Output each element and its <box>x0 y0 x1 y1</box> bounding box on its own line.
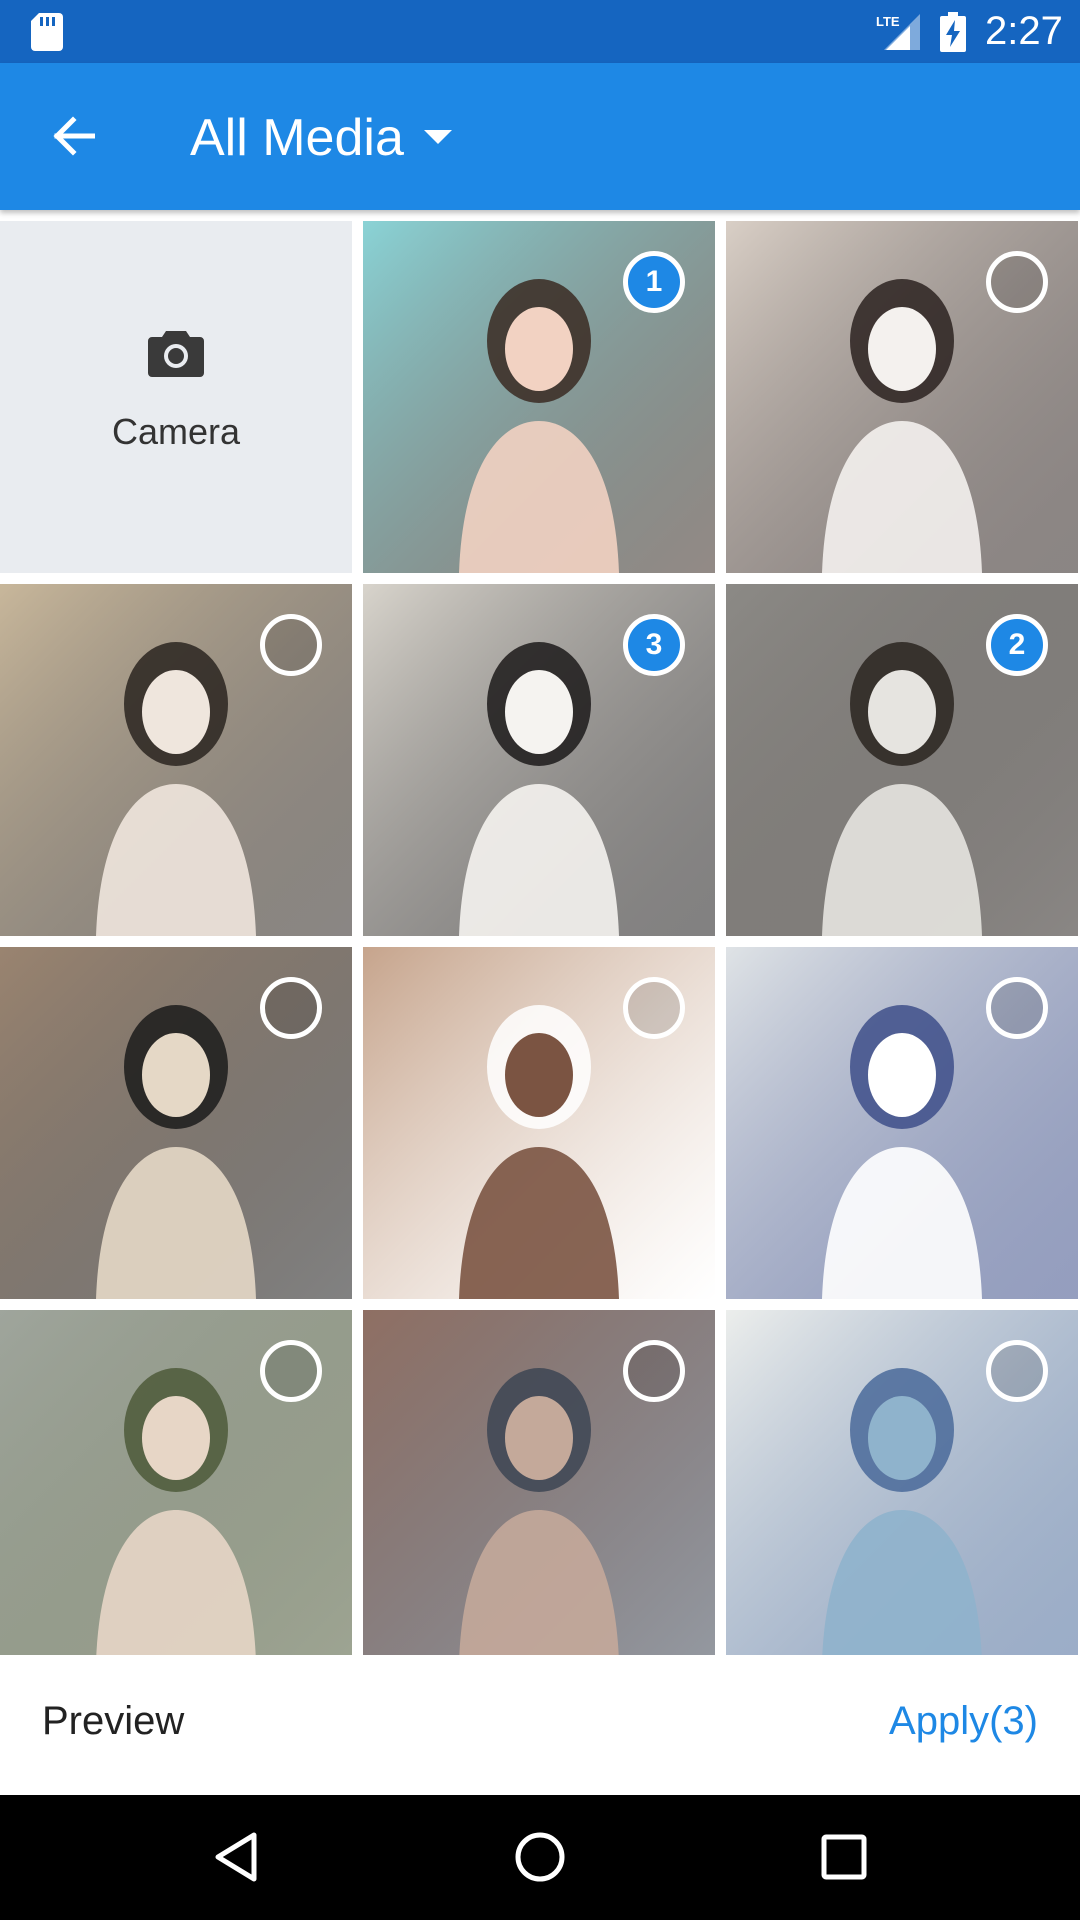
selection-order-badge[interactable]: 1 <box>623 251 685 313</box>
photo-9[interactable] <box>0 1310 352 1662</box>
status-bar: LTE 2:27 <box>0 0 1080 63</box>
toolbar-title: All Media <box>190 109 404 167</box>
photo-3[interactable] <box>0 584 352 936</box>
bottom-action-bar: Preview Apply(3) <box>0 1655 1080 1795</box>
photo-11[interactable] <box>726 1310 1078 1662</box>
photo-1[interactable]: 1 <box>363 221 715 573</box>
selection-checkbox[interactable] <box>260 1340 322 1402</box>
selection-checkbox[interactable] <box>986 977 1048 1039</box>
photo-8[interactable] <box>726 947 1078 1299</box>
selection-checkbox[interactable] <box>623 977 685 1039</box>
recents-square-icon[interactable] <box>814 1827 874 1887</box>
camera-icon <box>148 331 204 377</box>
selection-checkbox[interactable] <box>260 977 322 1039</box>
back-button[interactable] <box>38 101 108 171</box>
photo-2[interactable] <box>726 221 1078 573</box>
status-time: 2:27 <box>985 9 1063 53</box>
camera-tile[interactable]: Camera <box>0 221 352 573</box>
system-nav-bar <box>0 1795 1080 1920</box>
preview-button[interactable]: Preview <box>42 1699 184 1744</box>
selection-checkbox[interactable] <box>986 1340 1048 1402</box>
apply-button[interactable]: Apply(3) <box>889 1699 1038 1744</box>
battery-charging-icon <box>940 12 966 52</box>
caret-down-icon <box>423 130 452 144</box>
selection-checkbox[interactable] <box>623 1340 685 1402</box>
app-toolbar: All Media <box>0 63 1080 210</box>
signal-icon: LTE <box>876 14 920 50</box>
back-triangle-icon[interactable] <box>206 1827 266 1887</box>
selection-order-badge[interactable]: 3 <box>623 614 685 676</box>
selection-checkbox[interactable] <box>260 614 322 676</box>
sd-card-icon <box>31 13 63 51</box>
camera-label: Camera <box>111 411 241 452</box>
photo-10[interactable] <box>363 1310 715 1662</box>
network-type-label: LTE <box>876 14 900 29</box>
media-folder-dropdown[interactable]: All Media <box>190 103 452 173</box>
photo-5[interactable]: 2 <box>726 584 1078 936</box>
selection-order-badge[interactable]: 2 <box>986 614 1048 676</box>
photo-4[interactable]: 3 <box>363 584 715 936</box>
home-circle-icon[interactable] <box>510 1827 570 1887</box>
photo-6[interactable] <box>0 947 352 1299</box>
photo-7[interactable] <box>363 947 715 1299</box>
arrow-back-icon <box>53 116 95 156</box>
selection-checkbox[interactable] <box>986 251 1048 313</box>
